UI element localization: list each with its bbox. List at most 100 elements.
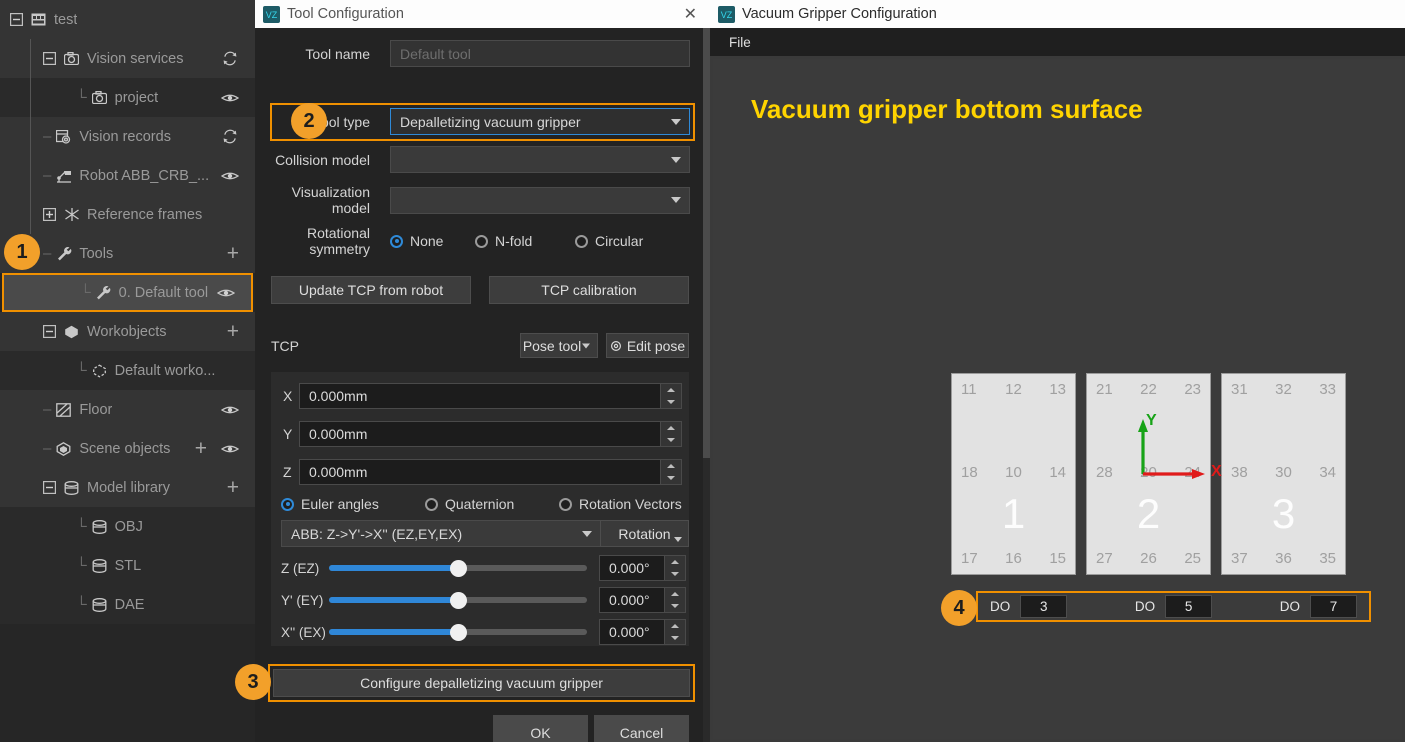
angle-ey-input[interactable]: 0.000°	[599, 587, 665, 613]
sidebar-item-floor[interactable]: – Floor	[0, 390, 255, 429]
stepper-up-icon[interactable]	[665, 556, 685, 568]
euler-convention-select[interactable]: ABB: Z->Y'->X'' (EZ,EY,EX)	[281, 520, 601, 547]
radio-quaternion[interactable]: Quaternion	[425, 496, 559, 512]
stepper-up-icon[interactable]	[665, 588, 685, 600]
sidebar-item-vision-services[interactable]: Vision services	[0, 39, 255, 78]
radio-rot-sym-none[interactable]: None	[390, 233, 475, 249]
plus-icon[interactable]: +	[227, 321, 239, 342]
stepper-up-icon[interactable]	[665, 620, 685, 632]
dialog-scrollbar[interactable]	[703, 28, 710, 742]
stepper-down-icon[interactable]	[665, 632, 685, 644]
eye-icon[interactable]	[221, 89, 239, 107]
stepper-down-icon[interactable]	[665, 568, 685, 580]
menu-bar: File	[710, 28, 1405, 56]
ok-button[interactable]: OK	[493, 715, 588, 742]
project-tree-sidebar: test Vision services └ project – Vision recor…	[0, 0, 255, 742]
tcp-x-input[interactable]: 0.000mm	[299, 383, 661, 409]
stepper-down-icon[interactable]	[665, 600, 685, 612]
sidebar-item-reference-frames[interactable]: Reference frames	[0, 195, 255, 234]
do-value-1[interactable]: 3	[1020, 595, 1068, 618]
expander-plus-icon[interactable]	[43, 208, 56, 221]
tool-name-input[interactable]: Default tool	[390, 40, 690, 67]
angle-ey-stepper[interactable]	[665, 587, 686, 613]
do-value-3[interactable]: 7	[1309, 595, 1357, 618]
chevron-down-icon	[582, 343, 590, 348]
sidebar-item-test[interactable]: test	[0, 0, 255, 39]
cell-number-15: 15	[1049, 550, 1066, 567]
configure-depalletizing-vacuum-gripper-button[interactable]: Configure depalletizing vacuum gripper	[273, 669, 690, 697]
sidebar-item-scene-objects[interactable]: – Scene objects +	[0, 429, 255, 468]
expander-minus-icon[interactable]	[10, 13, 23, 26]
slider-handle[interactable]	[449, 591, 467, 609]
radio-rotation-vectors[interactable]: Rotation Vectors	[559, 496, 682, 512]
eye-icon[interactable]	[221, 167, 239, 185]
sidebar-item-dae[interactable]: └ DAE	[0, 585, 255, 624]
sidebar-item-robot-abb-crb[interactable]: – Robot ABB_CRB_...	[0, 156, 255, 195]
tool-type-select[interactable]: Depalletizing vacuum gripper	[390, 108, 690, 135]
slider-handle[interactable]	[449, 623, 467, 641]
pose-tool-dropdown[interactable]: Pose tool	[520, 333, 598, 358]
scrollbar-thumb[interactable]	[703, 28, 710, 458]
menu-item-file[interactable]: File	[729, 35, 751, 50]
eye-icon[interactable]	[217, 284, 235, 302]
gripper-section-1[interactable]: 11 12 13 18 10 14 17 16 15 1	[951, 373, 1076, 575]
refresh-icon[interactable]	[221, 128, 239, 146]
gear-icon	[610, 340, 621, 351]
sidebar-item-model-library[interactable]: Model library +	[0, 468, 255, 507]
radio-dot-icon	[425, 497, 438, 511]
cancel-button[interactable]: Cancel	[594, 715, 689, 742]
plus-icon[interactable]: +	[227, 477, 239, 498]
tcp-calibration-button[interactable]: TCP calibration	[489, 276, 689, 304]
angle-ey-slider[interactable]	[329, 591, 587, 609]
tcp-z-stepper[interactable]	[661, 459, 682, 485]
radio-dot-icon	[559, 497, 572, 511]
stepper-up-icon[interactable]	[661, 422, 681, 434]
refresh-icon[interactable]	[221, 50, 239, 68]
eye-icon[interactable]	[221, 440, 239, 458]
section-number-2: 2	[1136, 490, 1161, 537]
angle-ez-slider[interactable]	[329, 559, 587, 577]
eye-icon[interactable]	[221, 401, 239, 419]
sidebar-item-stl[interactable]: └ STL	[0, 546, 255, 585]
stepper-up-icon[interactable]	[661, 460, 681, 472]
stepper-down-icon[interactable]	[661, 434, 681, 446]
tcp-z-input[interactable]: 0.000mm	[299, 459, 661, 485]
expander-minus-icon[interactable]	[43, 481, 56, 494]
tcp-y-input[interactable]: 0.000mm	[299, 421, 661, 447]
radio-rot-sym-nfold[interactable]: N-fold	[475, 233, 575, 249]
expander-minus-icon[interactable]	[43, 325, 56, 338]
angle-ez-stepper[interactable]	[665, 555, 686, 581]
stepper-up-icon[interactable]	[661, 384, 681, 396]
sidebar-item-0-default-tool[interactable]: └ 0. Default tool	[2, 273, 253, 312]
slider-handle[interactable]	[449, 559, 467, 577]
stepper-down-icon[interactable]	[661, 396, 681, 408]
sidebar-item-obj[interactable]: └ OBJ	[0, 507, 255, 546]
update-tcp-from-robot-button[interactable]: Update TCP from robot	[271, 276, 471, 304]
radio-rot-sym-circular[interactable]: Circular	[575, 233, 643, 249]
sidebar-item-vision-records[interactable]: – Vision records	[0, 117, 255, 156]
angle-ex-slider[interactable]	[329, 623, 587, 641]
tcp-y-stepper[interactable]	[661, 421, 682, 447]
radio-euler-angles[interactable]: Euler angles	[281, 496, 425, 512]
radio-rot-sym-none-label: None	[410, 233, 444, 249]
rotation-dropdown-button[interactable]: Rotation	[600, 520, 689, 547]
visualization-model-select[interactable]	[390, 186, 690, 214]
angle-ex-stepper[interactable]	[665, 619, 686, 645]
tcp-x-stepper[interactable]	[661, 383, 682, 409]
angle-ez-input[interactable]: 0.000°	[599, 555, 665, 581]
sidebar-item-project[interactable]: └ project	[0, 78, 255, 117]
plus-icon[interactable]: +	[195, 438, 207, 459]
sidebar-item-workobjects[interactable]: Workobjects +	[0, 312, 255, 351]
angle-ex-input[interactable]: 0.000°	[599, 619, 665, 645]
sidebar-item-label: Scene objects	[79, 440, 171, 457]
expander-minus-icon[interactable]	[43, 52, 56, 65]
angle-slider-ex-row: X'' (EX) 0.000°	[281, 619, 686, 645]
plus-icon[interactable]: +	[227, 243, 239, 264]
edit-pose-button[interactable]: Edit pose	[606, 333, 689, 358]
collision-model-select[interactable]	[390, 146, 690, 173]
radio-quaternion-label: Quaternion	[445, 496, 515, 512]
do-value-2[interactable]: 5	[1165, 595, 1213, 618]
sidebar-item-default-worko[interactable]: └ Default worko...	[0, 351, 255, 390]
close-icon[interactable]: ✕	[679, 4, 702, 24]
stepper-down-icon[interactable]	[661, 472, 681, 484]
